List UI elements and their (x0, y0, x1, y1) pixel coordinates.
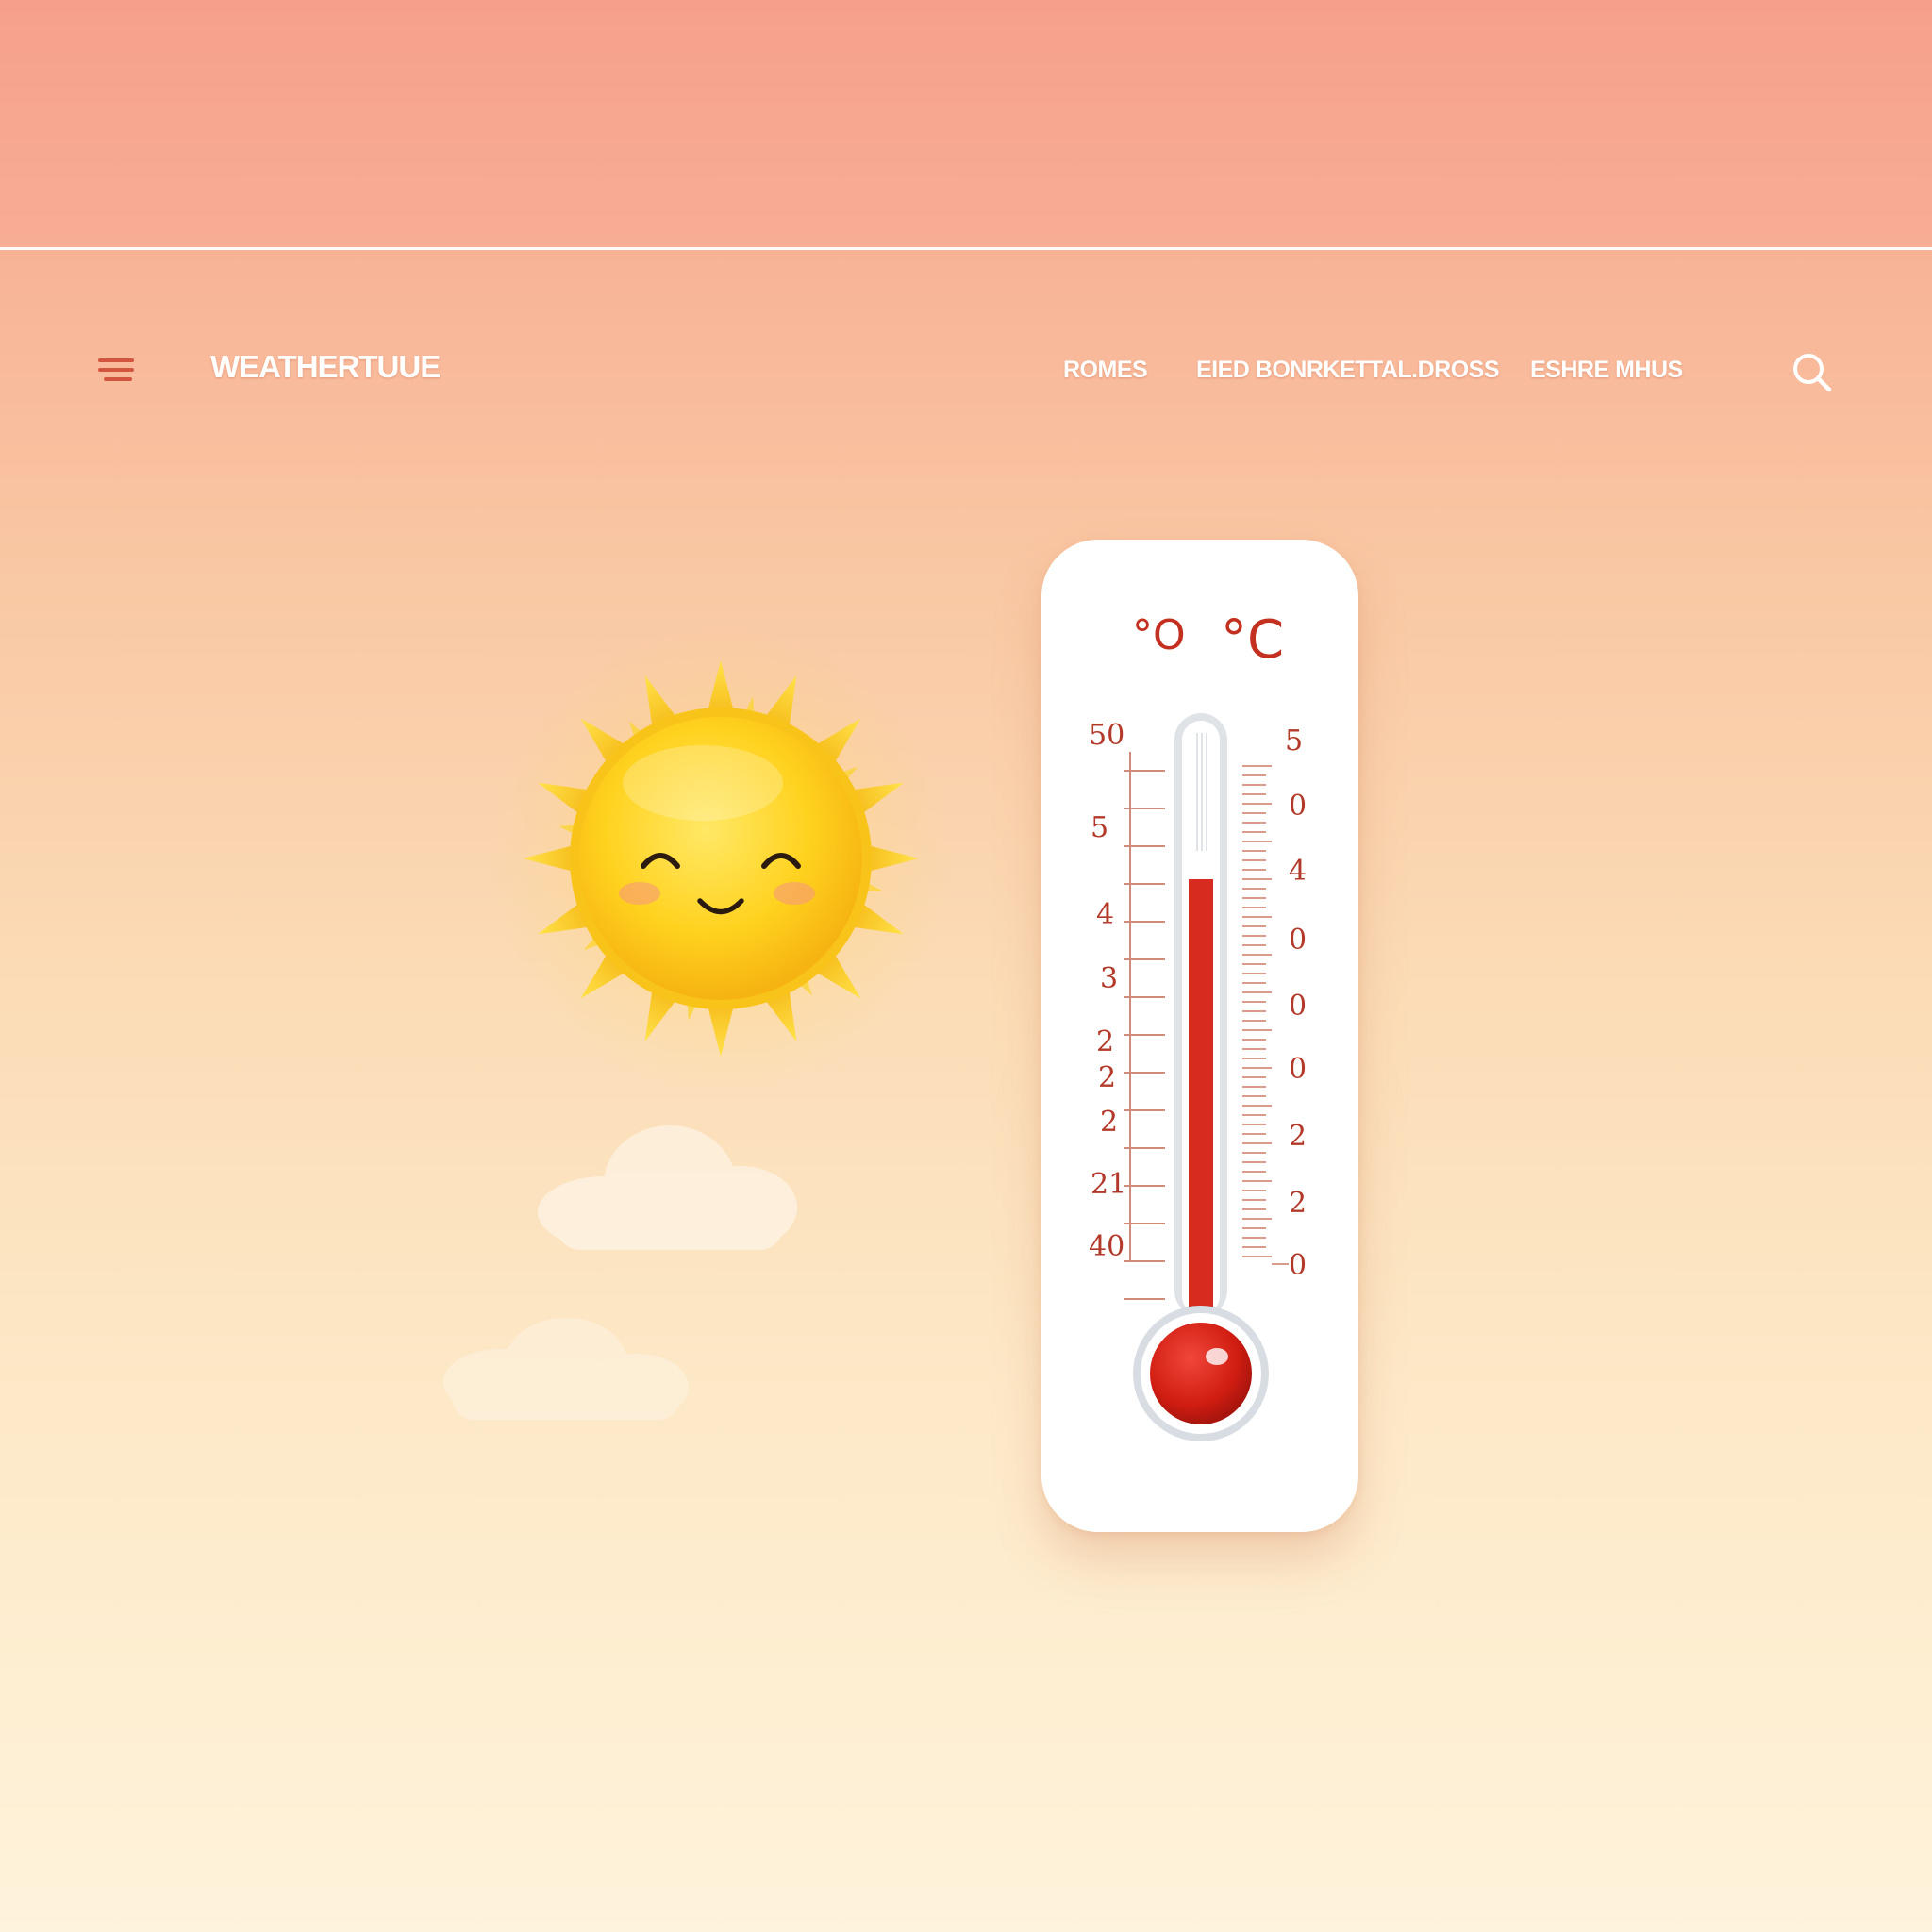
left-scale-label: 3 (1100, 962, 1119, 995)
nav-link-2[interactable]: EIED BONRKETTAL.DROSS (1196, 357, 1500, 384)
app-title: WEATHERTUUE (210, 349, 441, 384)
left-scale-label: 2 (1096, 1025, 1115, 1058)
top-banner (0, 0, 1932, 247)
thermometer-icon (1124, 713, 1289, 1441)
left-scale-label: 2 (1100, 1106, 1119, 1139)
left-scale-label: 2 (1098, 1061, 1117, 1094)
thermometer-card: °O °C 50 5 4 3 2 2 2 21 40 5 0 4 0 0 0 2… (1041, 540, 1358, 1532)
left-scale-label: 4 (1096, 898, 1115, 931)
right-scale-label: 0 (1289, 1249, 1307, 1282)
top-navigation: WEATHERTUUE ROMES EIED BONRKETTAL.DROSS … (0, 340, 1932, 406)
left-scale-label: 50 (1089, 719, 1125, 752)
cloud-icon-faint (443, 1318, 689, 1420)
cloud-icon (538, 1125, 797, 1250)
right-scale-label: 0 (1289, 1053, 1307, 1086)
left-scale-label: 40 (1089, 1230, 1125, 1263)
right-scale-label: 2 (1289, 1120, 1307, 1153)
search-icon[interactable] (1790, 351, 1834, 394)
right-scale-label: 5 (1285, 724, 1304, 758)
nav-link-1[interactable]: ROMES (1063, 357, 1148, 384)
divider (0, 247, 1932, 250)
nav-link-3[interactable]: ESHRE MHUS (1530, 357, 1683, 384)
left-scale-label: 5 (1091, 811, 1109, 844)
menu-icon[interactable] (98, 353, 138, 387)
left-scale-label: 21 (1091, 1168, 1127, 1201)
smiling-sun-icon (491, 627, 952, 1090)
right-scale-label: 0 (1289, 990, 1307, 1023)
right-scale-label: 2 (1289, 1187, 1307, 1220)
right-scale-label: 0 (1289, 790, 1307, 823)
right-scale-label: 0 (1289, 924, 1307, 957)
right-scale-label: 4 (1289, 855, 1307, 888)
